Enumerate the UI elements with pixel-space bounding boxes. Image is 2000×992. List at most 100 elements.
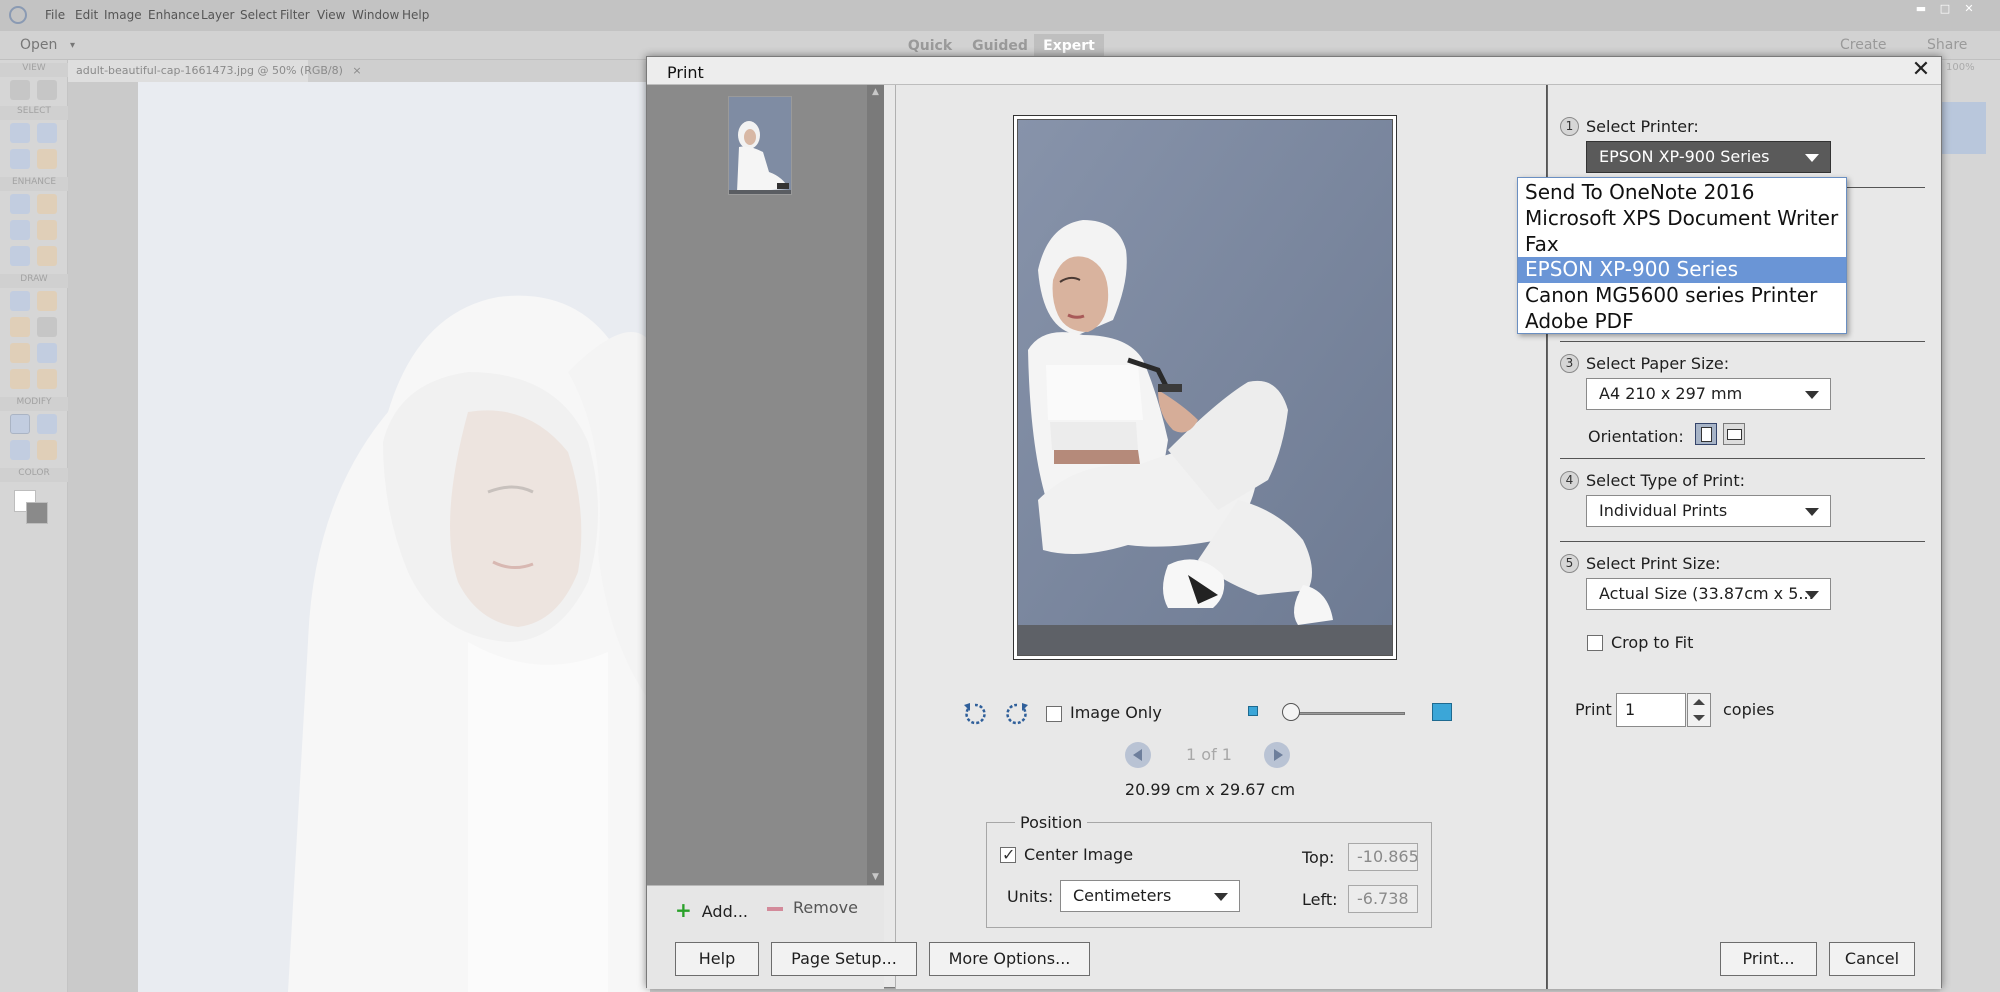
menu-image[interactable]: Image: [104, 0, 142, 31]
add-button-label: Add...: [701, 902, 748, 921]
thumbnail-list[interactable]: [647, 85, 867, 885]
window-close-icon[interactable]: ✕: [1962, 3, 1976, 14]
document-tab-close-icon[interactable]: ×: [352, 64, 361, 77]
paper-size-select[interactable]: A4 210 x 297 mm: [1586, 378, 1831, 410]
magic-wand-tool-icon[interactable]: [37, 149, 57, 169]
minus-icon: [767, 906, 783, 911]
cancel-button[interactable]: Cancel: [1829, 942, 1915, 976]
printer-option[interactable]: Microsoft XPS Document Writer: [1518, 206, 1846, 232]
menu-layer[interactable]: Layer: [201, 0, 234, 31]
help-button[interactable]: Help: [675, 942, 759, 976]
paper-size-select-value: A4 210 x 297 mm: [1599, 384, 1743, 403]
increment-icon[interactable]: [1693, 699, 1705, 705]
remove-button-label: Remove: [793, 898, 858, 917]
menu-enhance[interactable]: Enhance: [148, 0, 200, 31]
lasso-tool-icon[interactable]: [10, 149, 30, 169]
tab-quick[interactable]: Quick: [900, 34, 960, 58]
eraser-tool-icon[interactable]: [37, 291, 57, 311]
scroll-up-icon[interactable]: ▲: [870, 87, 881, 98]
zoom-out-icon[interactable]: [1248, 706, 1258, 716]
more-options-button[interactable]: More Options...: [929, 942, 1090, 976]
menu-edit[interactable]: Edit: [75, 0, 98, 31]
zoom-in-icon[interactable]: [1432, 703, 1452, 721]
print-preview-image[interactable]: [1017, 119, 1393, 656]
previous-page-icon[interactable]: [1125, 742, 1151, 768]
straighten-tool-icon[interactable]: [37, 440, 57, 460]
left-offset-field[interactable]: -6.738: [1348, 885, 1418, 913]
page-setup-button[interactable]: Page Setup...: [771, 942, 917, 976]
app-logo-icon[interactable]: [9, 6, 27, 24]
paint-bucket-tool-icon[interactable]: [10, 317, 30, 337]
portrait-orientation-icon[interactable]: [1695, 423, 1717, 445]
printer-option[interactable]: Send To OneNote 2016: [1518, 180, 1846, 206]
eyedropper-tool-icon[interactable]: [10, 343, 30, 363]
brush-tool-icon[interactable]: [10, 291, 30, 311]
thumbnail-item[interactable]: [728, 96, 792, 195]
minimize-icon[interactable]: ▬: [1914, 3, 1928, 14]
printer-option-selected[interactable]: EPSON XP-900 Series: [1518, 257, 1846, 284]
type-tool-icon[interactable]: [10, 369, 30, 389]
menu-filter[interactable]: Filter: [280, 0, 310, 31]
smart-brush-tool-icon[interactable]: [10, 220, 30, 240]
layer-thumbnail[interactable]: [1940, 102, 1986, 154]
menu-window[interactable]: Window: [352, 0, 399, 31]
document-tab[interactable]: adult-beautiful-cap-1661473.jpg @ 50% (R…: [68, 60, 362, 82]
printer-option[interactable]: Adobe PDF: [1518, 309, 1846, 335]
thumbnail-scrollbar[interactable]: ▲ ▼: [867, 85, 884, 885]
crop-tool-icon[interactable]: [10, 414, 30, 434]
sponge-tool-icon[interactable]: [37, 246, 57, 266]
landscape-orientation-icon[interactable]: [1723, 423, 1745, 445]
printer-select-value: EPSON XP-900 Series: [1599, 147, 1770, 166]
tab-guided[interactable]: Guided: [966, 34, 1034, 58]
gradient-tool-icon[interactable]: [37, 317, 57, 337]
top-label: Top:: [1302, 848, 1335, 867]
dialog-close-icon[interactable]: ✕: [1909, 58, 1933, 82]
add-button[interactable]: + Add...: [675, 898, 748, 922]
recompose-tool-icon[interactable]: [37, 414, 57, 434]
background-color-swatch[interactable]: [26, 502, 48, 524]
units-select[interactable]: Centimeters: [1060, 880, 1240, 912]
hand-tool-icon[interactable]: [37, 80, 57, 100]
menu-help[interactable]: Help: [402, 0, 429, 31]
center-image-checkbox[interactable]: [1000, 845, 1016, 864]
print-button[interactable]: Print...: [1720, 942, 1817, 976]
open-button[interactable]: Open: [20, 31, 57, 60]
open-dropdown-icon[interactable]: ▾: [70, 31, 75, 60]
move-tool-icon[interactable]: [10, 123, 30, 143]
printer-option[interactable]: Canon MG5600 series Printer: [1518, 283, 1846, 309]
printer-option[interactable]: Fax: [1518, 232, 1846, 258]
pencil-tool-icon[interactable]: [37, 369, 57, 389]
print-size-select[interactable]: Actual Size (33.87cm x 5...: [1586, 578, 1831, 610]
chevron-down-icon: [1805, 508, 1819, 516]
printer-select[interactable]: EPSON XP-900 Series: [1586, 141, 1831, 173]
next-page-icon[interactable]: [1264, 742, 1290, 768]
clone-stamp-tool-icon[interactable]: [37, 220, 57, 240]
custom-shape-tool-icon[interactable]: [37, 343, 57, 363]
blur-tool-icon[interactable]: [10, 246, 30, 266]
zoom-tool-icon[interactable]: [10, 80, 30, 100]
rotate-left-icon[interactable]: [962, 701, 988, 727]
decrement-icon[interactable]: [1693, 715, 1705, 721]
zoom-slider-handle[interactable]: [1282, 703, 1300, 721]
image-only-checkbox[interactable]: [1046, 706, 1062, 722]
copies-input[interactable]: 1: [1616, 693, 1686, 727]
content-aware-move-tool-icon[interactable]: [10, 440, 30, 460]
marquee-tool-icon[interactable]: [37, 123, 57, 143]
menu-file[interactable]: File: [45, 0, 65, 31]
print-type-select[interactable]: Individual Prints: [1586, 495, 1831, 527]
maximize-icon[interactable]: □: [1938, 3, 1952, 14]
copies-stepper[interactable]: [1687, 693, 1711, 727]
zoom-slider-track[interactable]: [1289, 712, 1405, 715]
red-eye-tool-icon[interactable]: [10, 194, 30, 214]
top-offset-field[interactable]: -10.865: [1348, 843, 1418, 871]
rotate-right-icon[interactable]: [1004, 701, 1030, 727]
remove-button[interactable]: Remove: [767, 898, 858, 917]
menu-view[interactable]: View: [317, 0, 345, 31]
scroll-down-icon[interactable]: ▼: [870, 872, 881, 883]
menu-select[interactable]: Select: [240, 0, 277, 31]
tab-expert[interactable]: Expert: [1034, 34, 1104, 58]
canvas-area[interactable]: [68, 82, 650, 992]
crop-to-fit-checkbox[interactable]: [1587, 635, 1603, 651]
toolbox: VIEW SELECT ENHANCE DRAW MODIFY COLOR: [0, 60, 68, 992]
spot-healing-tool-icon[interactable]: [37, 194, 57, 214]
